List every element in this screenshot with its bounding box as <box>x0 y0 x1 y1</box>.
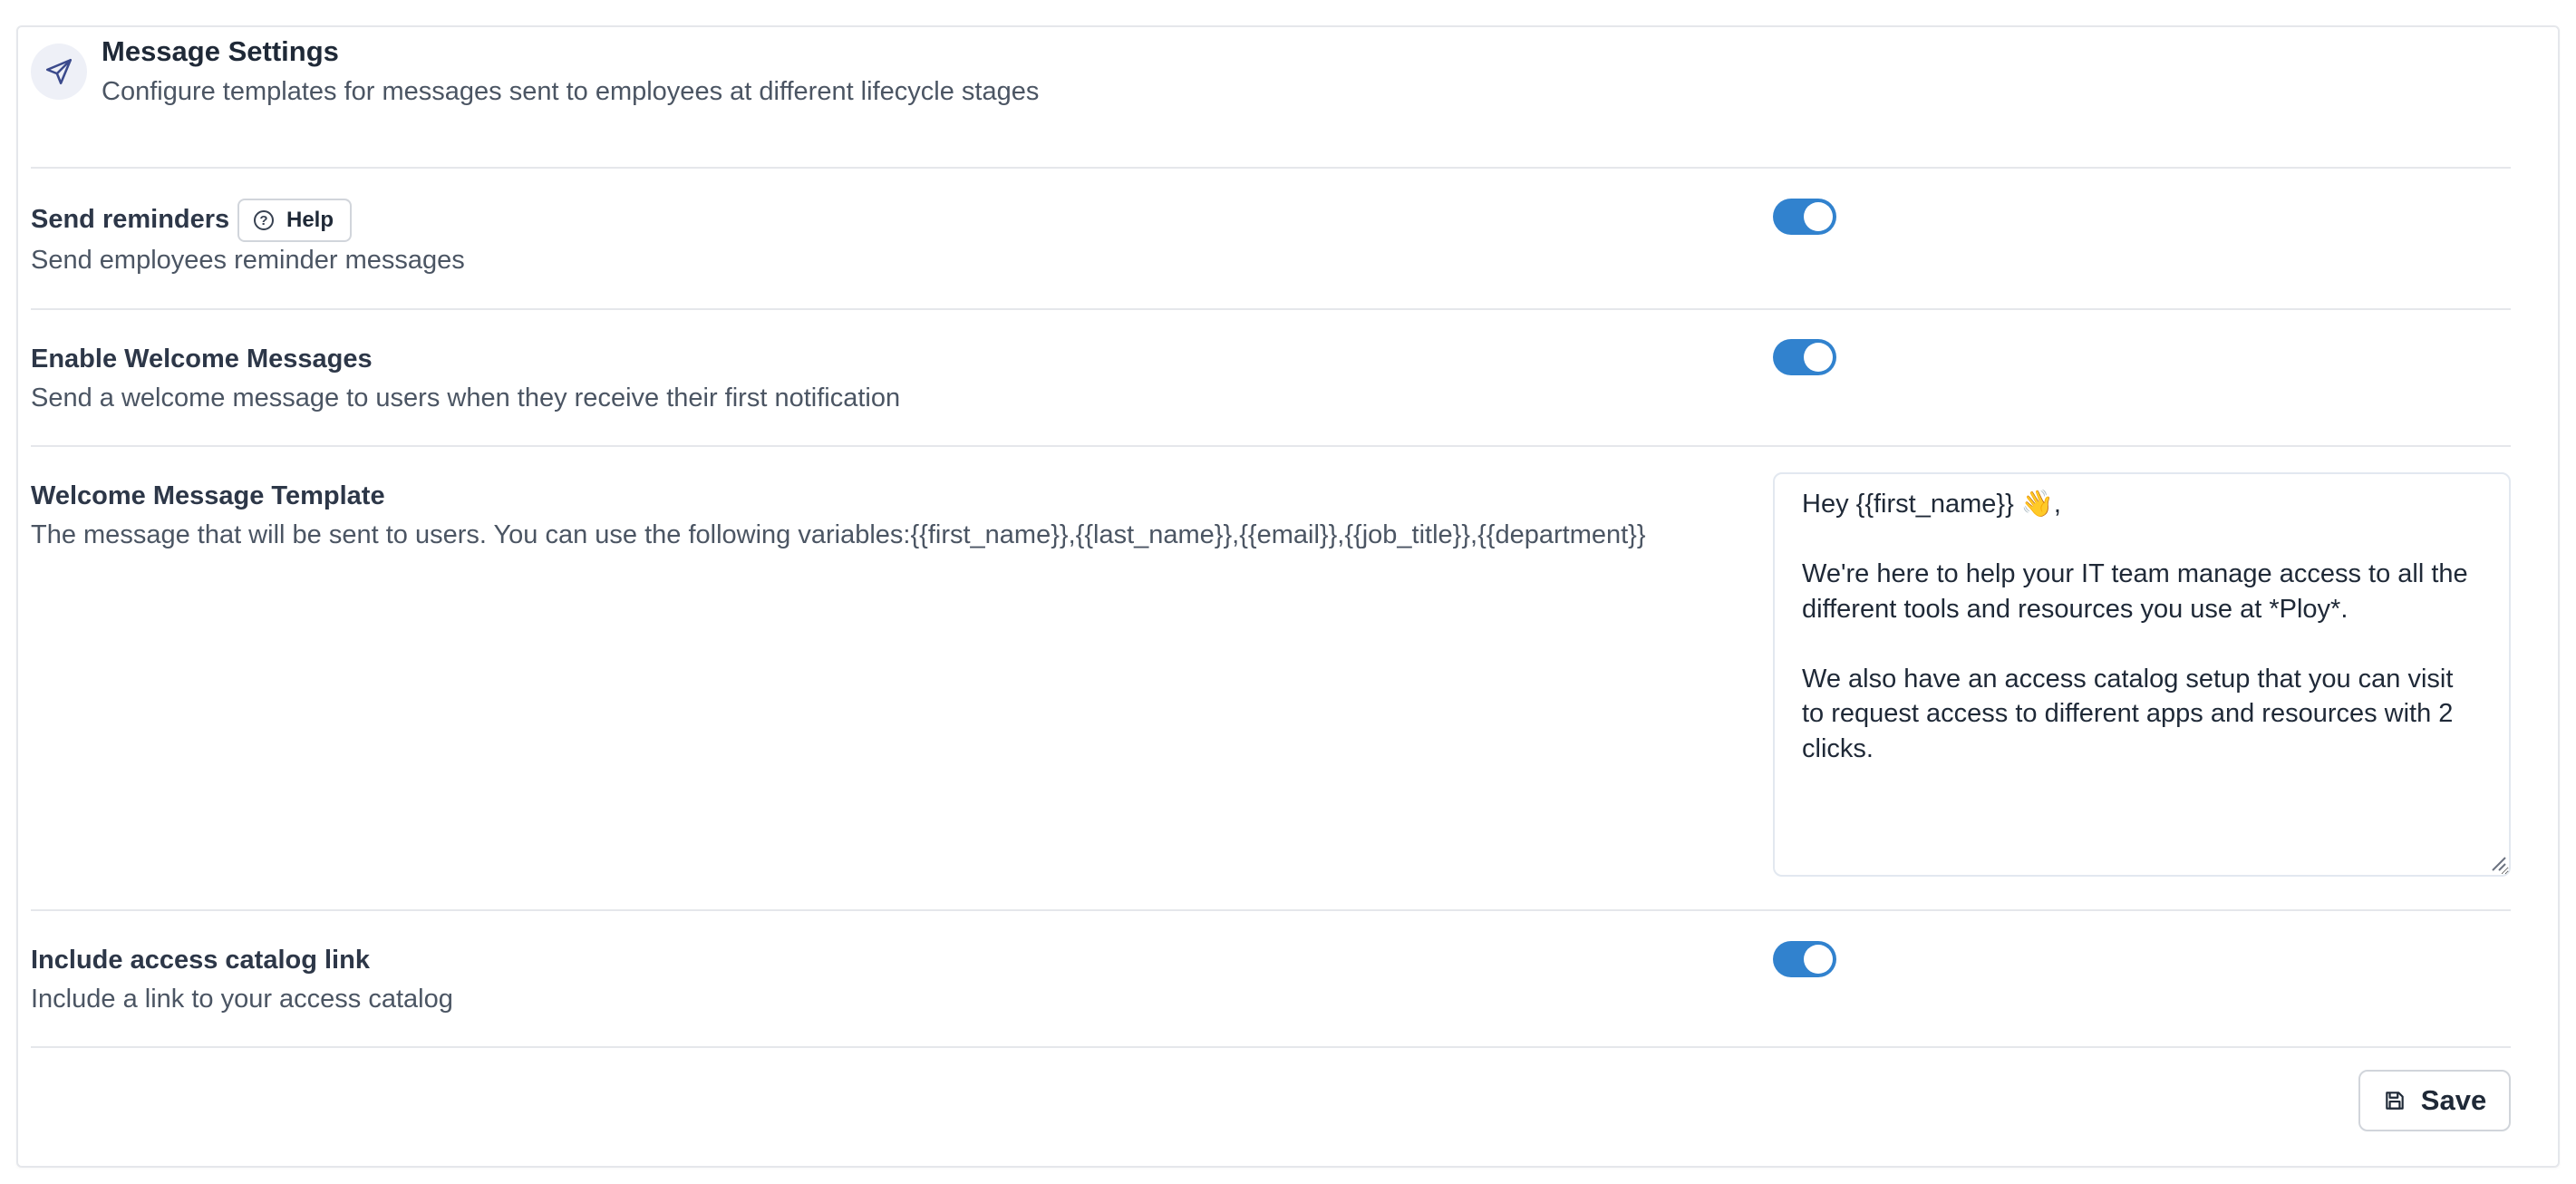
help-button[interactable]: ? Help <box>237 199 353 242</box>
welcome-messages-toggle[interactable] <box>1773 339 1836 375</box>
question-circle-icon: ? <box>254 210 274 230</box>
divider <box>31 445 2511 447</box>
divider <box>31 167 2511 169</box>
page-title: Message Settings <box>102 35 339 67</box>
send-reminders-description: Send employees reminder messages <box>31 246 465 275</box>
catalog-link-description: Include a link to your access catalog <box>31 985 453 1014</box>
divider <box>31 308 2511 310</box>
send-reminders-toggle[interactable] <box>1773 199 1836 235</box>
welcome-template-textarea[interactable] <box>1773 472 2511 877</box>
send-icon <box>31 44 87 100</box>
welcome-messages-label: Enable Welcome Messages <box>31 345 373 374</box>
divider <box>31 909 2511 911</box>
save-button-label: Save <box>2420 1084 2487 1116</box>
welcome-messages-description: Send a welcome message to users when the… <box>31 383 901 412</box>
toggle-knob <box>1804 202 1833 231</box>
resize-handle-icon[interactable] <box>2487 852 2507 872</box>
divider <box>31 1046 2511 1048</box>
catalog-link-label: Include access catalog link <box>31 946 370 975</box>
toggle-knob <box>1804 945 1833 974</box>
toggle-knob <box>1804 343 1833 372</box>
catalog-link-toggle[interactable] <box>1773 941 1836 977</box>
welcome-template-description: The message that will be sent to users. … <box>31 520 1646 549</box>
help-button-label: Help <box>286 208 334 232</box>
welcome-template-label: Welcome Message Template <box>31 481 385 510</box>
send-reminders-label: Send reminders <box>31 205 230 234</box>
save-icon <box>2383 1089 2407 1112</box>
page-subtitle: Configure templates for messages sent to… <box>102 77 1040 106</box>
save-button[interactable]: Save <box>2358 1070 2511 1131</box>
settings-header: Message Settings Configure templates for… <box>31 33 1039 111</box>
